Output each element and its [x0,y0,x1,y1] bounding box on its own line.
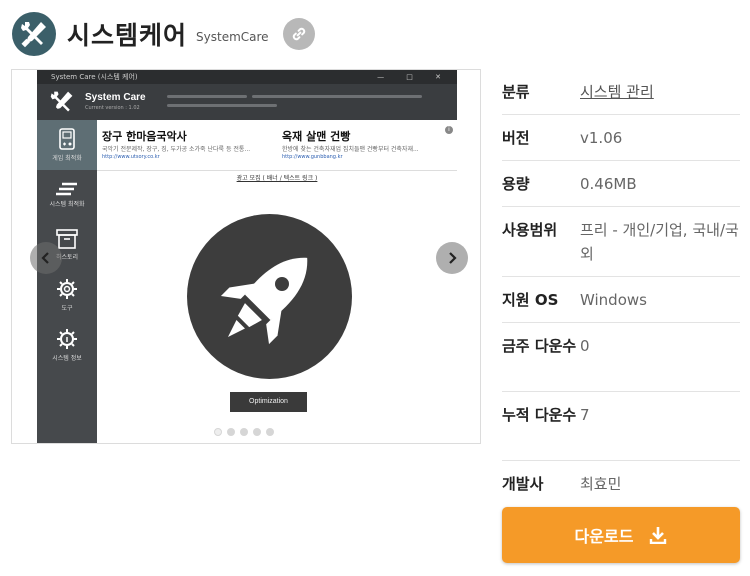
carousel-dot[interactable] [240,428,248,436]
gear-info-icon [57,329,77,349]
sidebar-item-label: 시스템 정보 [52,355,82,362]
chevron-left-icon [41,252,49,264]
ad-url: http://www.gunbbang.kr [282,154,343,160]
download-icon [649,526,667,544]
carousel-dot[interactable] [227,428,235,436]
carousel-dot[interactable] [266,428,274,436]
archive-box-icon [56,229,78,249]
app-info-table: 분류 시스템 관리 버전 v1.06 용량 0.46MB 사용범위 프리 - 개… [502,69,740,507]
info-row-license: 사용범위 프리 - 개인/기업, 국내/국외 [502,207,740,277]
info-value: v1.06 [580,129,623,147]
speed-lines-icon [56,182,77,196]
download-label: 다운로드 [574,527,634,546]
blurred-text [252,95,422,98]
screenshot-app-version: Current version : 1.02 [85,105,140,111]
info-value: 0.46MB [580,175,637,193]
window-titlebar: System Care (시스템 케어) — □ ✕ [37,70,457,84]
screenshot-app-header: System Care Current version : 1.02 [37,84,457,120]
info-value: Windows [580,291,647,309]
info-value: 7 [580,406,590,424]
info-row-version: 버전 v1.06 [502,115,740,161]
carousel-dot[interactable] [253,428,261,436]
info-value: 0 [580,337,590,355]
ad-url: http://www.utsory.co.kr [102,154,160,160]
carousel-next-button[interactable] [436,242,468,274]
gear-icon [57,279,77,299]
screenshot-sidebar-item-system: 시스템 최적화 [37,170,97,220]
info-key: 분류 [502,83,530,101]
app-screenshot: System Care (시스템 케어) — □ ✕ System Care C… [37,70,457,443]
info-row-developer: 개발사 최효민 [502,461,740,507]
download-button[interactable]: 다운로드 [502,507,740,563]
info-icon: i [445,126,453,134]
screenshot-sidebar-item-info: 시스템 정보 [37,320,97,370]
blurred-text [167,104,277,107]
carousel-dots [214,428,274,436]
screenshot-carousel: System Care (시스템 케어) — □ ✕ System Care C… [11,69,481,444]
info-value: 프리 - 개인/기업, 국내/국외 [580,221,739,263]
info-key: 금주 다운수 [502,337,577,355]
sidebar-item-label: 도구 [61,305,73,312]
info-row-size: 용량 0.46MB [502,161,740,207]
window-controls: — □ ✕ [377,73,451,81]
screenshot-sidebar-item-tools: 도구 [37,270,97,320]
info-value: 최효민 [580,475,622,493]
ad-item: 장구 한마음국악사 국악기 전문제작, 장구, 징, 두가공 소가죽 난다룩 등… [97,120,275,170]
info-row-total-downloads: 누적 다운수 7 [502,392,740,461]
carousel-dot[interactable] [214,428,222,436]
screenshot-sidebar-item-game: 게임 최적화 [37,120,97,170]
rocket-icon [187,214,352,379]
screenshot-main-panel: 장구 한마음국악사 국악기 전문제작, 장구, 징, 두가공 소가죽 난다룩 등… [97,120,457,443]
info-row-weekly-downloads: 금주 다운수 0 [502,323,740,392]
carousel-prev-button[interactable] [30,242,62,274]
info-key: 누적 다운수 [502,406,577,424]
app-subtitle: SystemCare [196,30,269,44]
tools-icon [12,12,56,56]
sidebar-item-label: 시스템 최적화 [49,201,85,208]
info-row-category: 분류 시스템 관리 [502,69,740,115]
ad-title: 장구 한마음국악사 [102,130,187,143]
gamepad-icon [59,128,75,150]
tools-icon [50,91,73,112]
ad-description: 국악기 전문제작, 장구, 징, 두가공 소가죽 난다룩 등 전통... [102,146,251,153]
app-header: 시스템케어 SystemCare [12,11,315,57]
window-title: System Care (시스템 케어) [51,73,138,81]
info-key: 용량 [502,175,530,193]
optimization-button: Optimization [230,392,307,412]
info-row-os: 지원 OS Windows [502,277,740,323]
sidebar-item-label: 게임 최적화 [52,155,82,162]
info-key: 사용범위 [502,221,558,239]
ad-banner: 장구 한마음국악사 국악기 전문제작, 장구, 징, 두가공 소가죽 난다룩 등… [97,120,457,171]
info-key: 버전 [502,129,530,147]
blurred-text [167,95,247,98]
chevron-right-icon [449,252,457,264]
ad-recruit-link: 광고 모집 ( 배너 / 텍스트 링크 ) [236,175,318,182]
info-key: 지원 OS [502,291,559,309]
screenshot-app-name: System Care [85,92,146,103]
screenshot-sidebar: 게임 최적화 시스템 최적화 히스토리 도구 시스템 정보 [37,120,97,443]
info-key: 개발사 [502,475,544,493]
ad-description: 한방에 찾는 건축자재업 집치들맨 건빵부터 건축자재... [282,146,419,153]
link-icon[interactable] [282,18,315,50]
ad-item: 옥재 살맨 건빵 한방에 찾는 건축자재업 집치들맨 건빵부터 건축자재... … [277,120,455,170]
category-link[interactable]: 시스템 관리 [580,80,740,114]
ad-title: 옥재 살맨 건빵 [282,130,351,143]
app-title: 시스템케어 [67,21,188,50]
